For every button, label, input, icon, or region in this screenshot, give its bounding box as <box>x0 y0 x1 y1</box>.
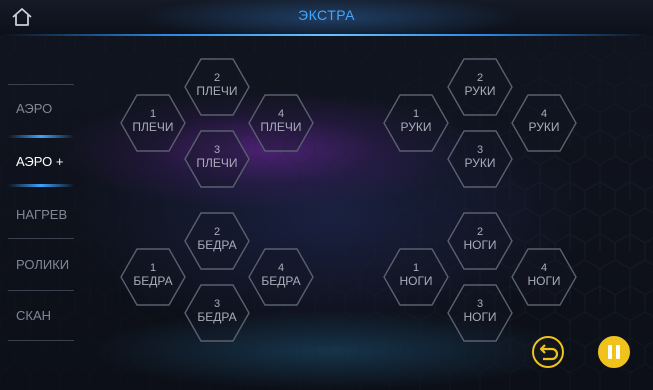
zone-hips-4[interactable]: 4 БЕДРА <box>248 248 314 306</box>
zone-number: 2 <box>213 72 221 84</box>
zone-hips-2[interactable]: 2 БЕДРА <box>184 212 250 270</box>
zone-label: РУКИ <box>464 156 496 170</box>
sidebar-item-scan[interactable]: СКАН <box>6 291 76 341</box>
zone-label: РУКИ <box>528 120 560 134</box>
screen: ЭКСТРА АЭРО АЭРО + НАГРЕВ РОЛИКИ СКАН 1П… <box>0 0 653 390</box>
sidebar-item-aero[interactable]: АЭРО <box>6 84 76 134</box>
zone-label: БЕДРА <box>197 238 237 252</box>
zone-label: ПЛЕЧИ <box>196 84 238 98</box>
zone-number: 1 <box>149 262 157 274</box>
zone-label: РУКИ <box>400 120 432 134</box>
sidebar-item-heat[interactable]: НАГРЕВ <box>6 190 76 240</box>
zone-number: 2 <box>476 226 484 238</box>
zone-legs-3[interactable]: 3 НОГИ <box>447 284 513 342</box>
zone-number: 2 <box>213 226 221 238</box>
zone-hips-3[interactable]: 3 БЕДРА <box>184 284 250 342</box>
zone-number: 1 <box>149 108 157 120</box>
zone-number: 3 <box>476 298 484 310</box>
zone-number: 4 <box>540 262 548 274</box>
zone-label: НОГИ <box>527 274 561 288</box>
sidebar-item-aero-plus[interactable]: АЭРО + <box>6 137 76 187</box>
zone-arms-1[interactable]: 1 РУКИ <box>383 94 449 152</box>
sidebar: АЭРО АЭРО + НАГРЕВ РОЛИКИ СКАН <box>0 84 82 344</box>
page-title: ЭКСТРА <box>298 7 355 23</box>
zone-label: НОГИ <box>463 238 497 252</box>
zone-number: 3 <box>213 144 221 156</box>
pause-button[interactable] <box>598 336 630 368</box>
zone-number: 4 <box>540 108 548 120</box>
zone-shoulders-4[interactable]: 4 ПЛЕЧИ <box>248 94 314 152</box>
zone-number: 4 <box>277 108 285 120</box>
zone-label: РУКИ <box>464 84 496 98</box>
zone-number: 1 <box>412 108 420 120</box>
zone-arms-2[interactable]: 2 РУКИ <box>447 58 513 116</box>
zone-arms-3[interactable]: 3 РУКИ <box>447 130 513 188</box>
zone-label: ПЛЕЧИ <box>260 120 302 134</box>
zone-number: 3 <box>213 298 221 310</box>
zone-legs-1[interactable]: 1 НОГИ <box>383 248 449 306</box>
undo-arrow-icon <box>539 344 559 361</box>
zone-shoulders-2[interactable]: 2 ПЛЕЧИ <box>184 58 250 116</box>
pause-icon <box>608 345 620 359</box>
zone-label: НОГИ <box>399 274 433 288</box>
sidebar-divider <box>8 340 74 341</box>
top-bar-divider <box>0 34 653 36</box>
zone-number: 4 <box>277 262 285 274</box>
zone-shoulders-3[interactable]: 3 ПЛЕЧИ <box>184 130 250 188</box>
zone-legs-2[interactable]: 2 НОГИ <box>447 212 513 270</box>
sidebar-item-rollers[interactable]: РОЛИКИ <box>6 240 76 290</box>
zone-label: БЕДРА <box>261 274 301 288</box>
zone-number: 2 <box>476 72 484 84</box>
zone-shoulders-1[interactable]: 1 ПЛЕЧИ <box>120 94 186 152</box>
zone-legs-4[interactable]: 4 НОГИ <box>511 248 577 306</box>
zone-label: НОГИ <box>463 310 497 324</box>
zone-number: 1 <box>412 262 420 274</box>
back-button[interactable] <box>532 336 564 368</box>
zone-label: ПЛЕЧИ <box>132 120 174 134</box>
top-bar: ЭКСТРА <box>0 0 653 36</box>
sidebar-divider <box>8 238 74 239</box>
zone-label: ПЛЕЧИ <box>196 156 238 170</box>
zone-label: БЕДРА <box>197 310 237 324</box>
zone-label: БЕДРА <box>133 274 173 288</box>
zone-number: 3 <box>476 144 484 156</box>
zone-hips-1[interactable]: 1 БЕДРА <box>120 248 186 306</box>
honeycomb-background <box>0 0 653 390</box>
sidebar-active-indicator <box>8 184 74 187</box>
zone-arms-4[interactable]: 4 РУКИ <box>511 94 577 152</box>
